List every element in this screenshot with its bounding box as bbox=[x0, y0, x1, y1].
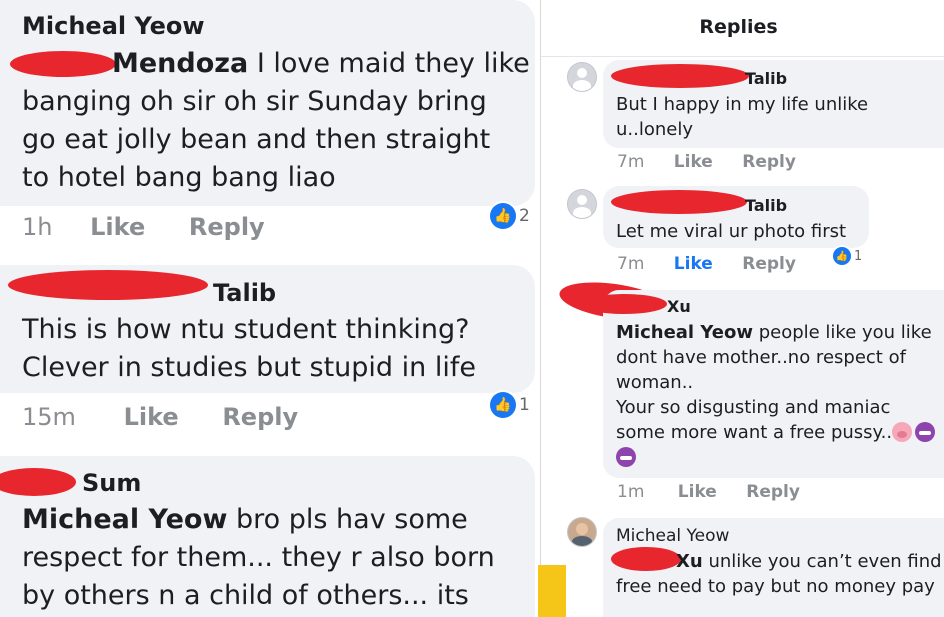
mention-tag[interactable]: Micheal Yeow bbox=[616, 322, 753, 343]
pig-emoji-icon bbox=[892, 422, 913, 442]
reaction-count[interactable]: 👍 2 bbox=[490, 203, 530, 229]
reply-time: 7m bbox=[617, 152, 645, 172]
mention-tag[interactable]: Mendoza bbox=[112, 48, 248, 79]
like-button[interactable]: Like bbox=[90, 213, 145, 241]
reply-button[interactable]: Reply bbox=[742, 254, 796, 274]
like-button[interactable]: Like bbox=[678, 482, 717, 502]
replies-panel: Replies Talib But I happy in my life unl… bbox=[540, 0, 944, 617]
comment-text: This is how ntu student thinking? Clever… bbox=[22, 314, 476, 383]
avatar[interactable] bbox=[567, 62, 597, 92]
reply-meta: 7m Like Reply bbox=[617, 254, 796, 274]
reply-button[interactable]: Reply bbox=[746, 482, 800, 502]
thumbs-up-icon: 👍 bbox=[490, 392, 516, 418]
redaction-mark bbox=[611, 190, 747, 214]
comment-author[interactable]: Talib bbox=[213, 279, 276, 307]
avatar[interactable] bbox=[567, 517, 597, 547]
like-button[interactable]: Like bbox=[674, 254, 713, 274]
comments-panel: Micheal Yeow Mendoza I love maid they li… bbox=[0, 0, 540, 617]
comment-text: Mendoza I love maid they like banging oh… bbox=[22, 48, 530, 193]
reply-author[interactable]: Talib bbox=[745, 196, 787, 215]
reply-meta: 7m Like Reply bbox=[617, 152, 796, 172]
redaction-mark bbox=[581, 294, 667, 314]
comment-author[interactable]: Micheal Yeow bbox=[22, 12, 205, 40]
like-button[interactable]: Like bbox=[124, 403, 179, 431]
like-button[interactable]: Like bbox=[674, 152, 713, 172]
mention-tag[interactable]: Micheal Yeow bbox=[22, 504, 227, 535]
comment-meta: 15m Like Reply bbox=[22, 403, 298, 431]
reply-button[interactable]: Reply bbox=[742, 152, 796, 172]
page-title: Replies bbox=[699, 16, 778, 38]
reply-author[interactable]: Xu bbox=[667, 297, 691, 316]
avatar[interactable] bbox=[567, 189, 597, 219]
reply-time: 7m bbox=[617, 254, 645, 274]
mention-tag[interactable]: Xu bbox=[676, 551, 703, 572]
comment-meta: 1h Like Reply bbox=[22, 213, 265, 241]
reply-author[interactable]: Micheal Yeow bbox=[616, 526, 729, 546]
reply-button[interactable]: Reply bbox=[222, 403, 298, 431]
reply-text: Xu unlike you can’t even find free need … bbox=[616, 551, 942, 597]
thumbs-up-icon: 👍 bbox=[490, 203, 516, 229]
redaction-mark bbox=[611, 64, 749, 88]
reaction-count[interactable]: 👍 1 bbox=[833, 247, 862, 265]
comment-time: 1h bbox=[22, 213, 53, 241]
devil-emoji-icon bbox=[915, 422, 936, 442]
reply-button[interactable]: Reply bbox=[189, 213, 265, 241]
reply-text: Let me viral ur photo first bbox=[616, 221, 847, 242]
comment-author[interactable]: Sum bbox=[82, 469, 141, 497]
reaction-count[interactable]: 👍 1 bbox=[490, 392, 530, 418]
partial-thumbnail bbox=[538, 565, 566, 617]
comment-time: 15m bbox=[22, 403, 76, 431]
reply-text: Micheal Yeow people like you like dont h… bbox=[616, 320, 944, 470]
devil-emoji-icon bbox=[616, 447, 636, 467]
reply-meta: 1m Like Reply bbox=[617, 482, 800, 502]
reply-time: 1m bbox=[617, 482, 645, 502]
comment-text: Micheal Yeow bro pls hav some respect fo… bbox=[22, 504, 495, 611]
reply-author[interactable]: Talib bbox=[745, 69, 787, 88]
thumbs-up-icon: 👍 bbox=[833, 247, 851, 265]
redaction-mark bbox=[8, 270, 208, 300]
reply-text: But I happy in my life unlike u..lonely bbox=[616, 94, 869, 140]
